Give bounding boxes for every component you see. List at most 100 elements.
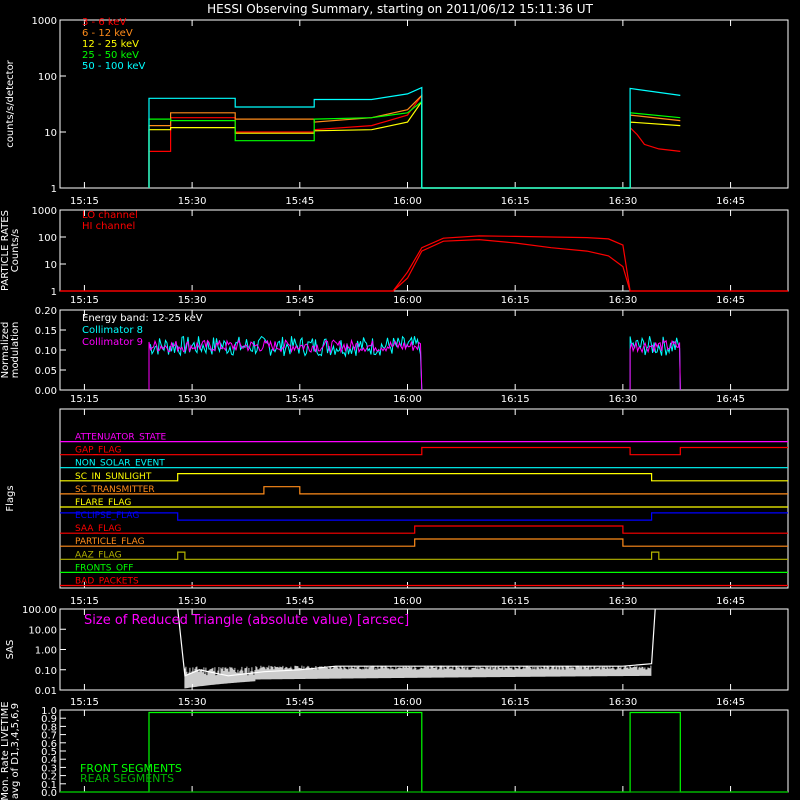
flag-label: SC_TRANSMITTER [75,485,155,495]
count_rates-ytick-label: 10 [44,128,57,139]
legend-entry: 3 - 6 keV [82,17,126,28]
xtick-label: 16:00 [393,394,422,405]
flag-label: BAD_PACKETS [75,576,139,586]
legend-entry: REAR SEGMENTS [80,772,174,785]
sas-ytick-label: 0.10 [35,666,57,677]
xtick-label: 15:30 [178,295,207,306]
flag-label: FLARE_FLAG [75,498,131,508]
legend-entry: Collimator 9 [82,337,143,348]
flag-label: NON_SOLAR_EVENT [75,459,165,469]
legend-entry: HI channel [82,221,135,232]
xtick-label: 16:15 [501,394,530,405]
xtick-label: 16:30 [608,295,637,306]
xtick-label: 16:30 [608,697,637,708]
xtick-label: 15:30 [178,196,207,207]
xtick-label: 16:00 [393,697,422,708]
flags-frame [59,408,789,589]
xtick-label: 15:45 [285,697,314,708]
xtick-label: 16:45 [716,697,745,708]
modulation-ytick-label: 0.05 [35,366,57,377]
particle_rates-ytick-label: 1000 [32,206,57,217]
modulation-ytick-label: 0.15 [35,326,57,337]
flag-line [60,473,788,482]
xtick-label: 15:45 [285,196,314,207]
flag-label: ATTENUATOR_STATE [75,433,167,443]
xtick-label: 15:45 [285,596,314,607]
flag-label: PARTICLE_FLAG [75,537,145,547]
y-axis-label: avg of D1,3,4,5,6,9 [10,703,21,799]
flag-label: AAZ_FLAG [75,550,122,560]
modulation-ytick-label: 0.20 [35,306,57,317]
series-line [60,235,788,292]
xtick-label: 16:30 [608,196,637,207]
chart-title: HESSI Observing Summary, starting on 201… [207,2,593,16]
xtick-label: 16:00 [393,596,422,607]
xtick-label: 16:45 [716,196,745,207]
xtick-label: 15:45 [285,295,314,306]
particle_rates-ytick-label: 100 [38,233,57,244]
y-axis-label: Flags [5,485,16,511]
flag-line [60,512,788,521]
series-line [148,99,681,189]
legend-entry: 50 - 100 keV [82,61,146,72]
xtick-label: 16:15 [501,697,530,708]
legend-entry: LO channel [82,210,138,221]
legend-entry: 25 - 50 keV [82,50,139,61]
sas-ytick-label: 100.00 [22,605,57,616]
flag-line [60,486,788,495]
sas-ytick-label: 1.00 [35,646,57,657]
legend-entry: 6 - 12 keV [82,28,133,39]
xtick-label: 16:30 [608,596,637,607]
y-axis-label: Counts/s [10,229,21,273]
xtick-label: 15:15 [70,394,99,405]
y-axis-label: SAS [5,640,16,660]
xtick-label: 16:00 [393,196,422,207]
hessi-summary-figure: HESSI Observing Summary, starting on 201… [0,2,789,800]
count_rates-ytick-label: 100 [38,72,57,83]
series-line [148,100,681,189]
xtick-label: 15:30 [178,697,207,708]
flag-line [60,525,788,534]
y-axis-label: modulation [10,322,21,379]
legend-entry: 12 - 25 keV [82,39,139,50]
series-line [148,335,423,391]
xtick-label: 16:45 [716,394,745,405]
xtick-label: 15:45 [285,394,314,405]
flag-line [60,551,788,560]
xtick-label: 15:30 [178,596,207,607]
xtick-label: 15:15 [70,697,99,708]
count_rates-ytick-label: 1000 [32,16,57,27]
flag-line [60,446,788,456]
flag-label: FRONTS_OFF [75,563,133,573]
xtick-label: 15:30 [178,394,207,405]
y-axis-label: counts/s/detector [5,59,16,147]
particle_rates-ytick-label: 10 [44,260,57,271]
modulation-ytick-label: 0.10 [35,346,57,357]
legend-entry: Collimator 8 [82,325,143,336]
particle_rates-ytick-label: 1 [51,287,57,298]
xtick-label: 16:15 [501,596,530,607]
xtick-label: 16:45 [716,295,745,306]
flag-label: SAA_FLAG [75,524,121,534]
count_rates-ytick-label: 1 [51,184,57,195]
sas-ytick-label: 0.01 [35,686,57,697]
xtick-label: 16:15 [501,196,530,207]
xtick-label: 16:00 [393,295,422,306]
xtick-label: 15:15 [70,196,99,207]
xtick-label: 16:30 [608,394,637,405]
livetime-ytick-label: 1.0 [41,706,57,717]
xtick-label: 15:15 [70,596,99,607]
xtick-label: 15:15 [70,295,99,306]
sas-ytick-label: 10.00 [28,625,57,636]
series-line [148,93,681,189]
annotation: Size of Reduced Triangle (absolute value… [84,613,409,628]
flag-label: ECLIPSE_FLAG [75,511,139,521]
count_rates-frame [59,19,789,189]
annotation: Energy band: 12-25 keV [82,313,203,324]
series-line [148,93,681,189]
xtick-label: 16:15 [501,295,530,306]
flag-label: SC_IN_SUNLIGHT [75,472,152,482]
modulation-ytick-label: 0.00 [35,386,57,397]
flag-label: GAP_FLAG [75,446,121,456]
flag-line [60,538,788,547]
